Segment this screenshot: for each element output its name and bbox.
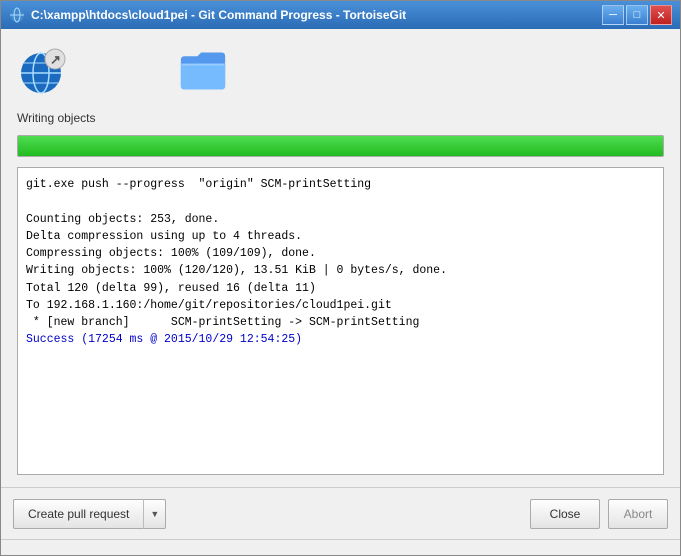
title-bar-left: C:\xampp\htdocs\cloud1pei - Git Command …: [9, 7, 406, 23]
dropdown-arrow-icon: ▼: [150, 509, 159, 519]
title-bar-text: C:\xampp\htdocs\cloud1pei - Git Command …: [31, 8, 406, 22]
create-pull-request-group: Create pull request ▼: [13, 499, 166, 529]
footer-right: Close Abort: [530, 499, 668, 529]
content-area: ↗ Writing objects git.exe push --progres…: [1, 29, 680, 487]
log-text: git.exe push --progress "origin" SCM-pri…: [26, 178, 447, 329]
title-bar-icon: [9, 7, 25, 23]
icons-row: ↗: [17, 41, 664, 101]
title-bar: C:\xampp\htdocs\cloud1pei - Git Command …: [1, 1, 680, 29]
log-area[interactable]: git.exe push --progress "origin" SCM-pri…: [17, 167, 664, 475]
footer: Create pull request ▼ Close Abort: [1, 487, 680, 539]
status-label: Writing objects: [17, 111, 664, 125]
svg-text:↗: ↗: [50, 52, 61, 67]
abort-button[interactable]: Abort: [608, 499, 668, 529]
progress-bar-container: [17, 135, 664, 157]
maximize-button[interactable]: □: [626, 5, 648, 25]
footer-left: Create pull request ▼: [13, 499, 166, 529]
folder-icon: [179, 49, 227, 93]
status-bar: [1, 539, 680, 555]
globe-icon: ↗: [17, 45, 69, 97]
progress-bar-fill: [18, 136, 663, 156]
minimize-button[interactable]: ─: [602, 5, 624, 25]
log-success: Success (17254 ms @ 2015/10/29 12:54:25): [26, 333, 302, 346]
close-title-button[interactable]: ✕: [650, 5, 672, 25]
title-bar-buttons: ─ □ ✕: [602, 5, 672, 25]
create-pull-request-dropdown[interactable]: ▼: [143, 499, 166, 529]
close-button[interactable]: Close: [530, 499, 600, 529]
create-pull-request-button[interactable]: Create pull request: [13, 499, 143, 529]
main-window: C:\xampp\htdocs\cloud1pei - Git Command …: [0, 0, 681, 556]
